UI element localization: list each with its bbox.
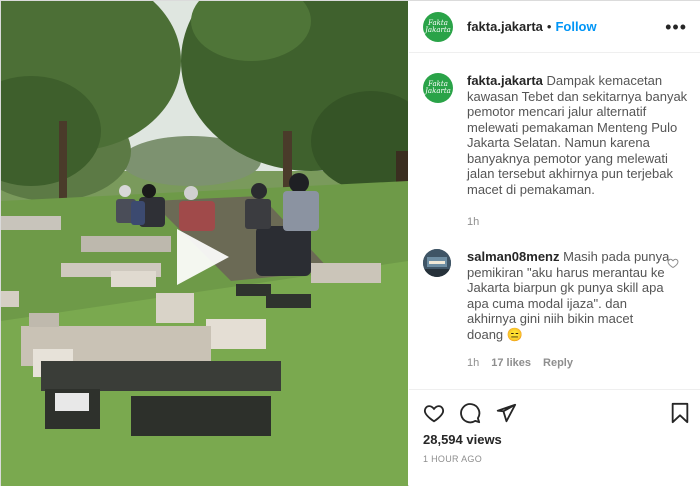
comment-icon[interactable] [459, 402, 481, 424]
post-sidebar: Fakta Jakarta fakta.jakarta • Follow •••… [409, 1, 700, 486]
caption-avatar[interactable]: Fakta Jakarta [423, 73, 453, 103]
instagram-post: Fakta Jakarta fakta.jakarta • Follow •••… [0, 0, 700, 486]
caption-body: fakta.jakarta Dampak kemacetan kawasan T… [467, 73, 689, 197]
post-video[interactable] [1, 1, 408, 486]
commenter-avatar-image [423, 249, 451, 277]
caption-username[interactable]: fakta.jakarta [467, 73, 543, 88]
comment-body: salman08menz Masih pada punya pemikiran … [467, 249, 672, 342]
comment: salman08menz Masih pada punya pemikiran … [423, 249, 693, 342]
post-age: 1 HOUR AGO [423, 454, 483, 464]
more-horizontal-icon[interactable]: ••• [665, 17, 687, 38]
comment-likes[interactable]: 17 likes [491, 357, 531, 369]
reply-button[interactable]: Reply [543, 357, 573, 369]
caption-avatar-text-2: Jakarta [425, 87, 451, 95]
commenter-username[interactable]: salman08menz [467, 249, 560, 264]
post-caption: Fakta Jakarta fakta.jakarta Dampak kemac… [423, 73, 693, 197]
separator-dot: • [546, 19, 552, 34]
caption-text: Dampak kemacetan kawasan Tebet dan sekit… [467, 73, 688, 197]
follow-button[interactable]: Follow [555, 19, 596, 34]
comment-meta: 1h 17 likes Reply [467, 357, 573, 369]
post-actions: 28,594 views 1 HOUR AGO [409, 389, 700, 486]
play-icon[interactable] [171, 227, 231, 287]
comment-emoji: 😑 [506, 326, 523, 342]
bookmark-icon[interactable] [669, 402, 691, 424]
post-header: Fakta Jakarta fakta.jakarta • Follow ••• [409, 1, 700, 53]
comment-timestamp: 1h [467, 357, 480, 369]
share-icon[interactable] [495, 402, 517, 424]
account-username[interactable]: fakta.jakarta [467, 19, 543, 34]
caption-timestamp: 1h [467, 216, 480, 228]
account-avatar[interactable]: Fakta Jakarta [423, 11, 453, 42]
avatar-text-line-2: Jakarta [425, 25, 451, 34]
action-icons [423, 402, 517, 424]
heart-icon[interactable] [423, 402, 445, 424]
heart-small-icon[interactable] [667, 257, 679, 269]
commenter-avatar[interactable] [423, 249, 451, 277]
view-count[interactable]: 28,594 views [423, 432, 502, 447]
